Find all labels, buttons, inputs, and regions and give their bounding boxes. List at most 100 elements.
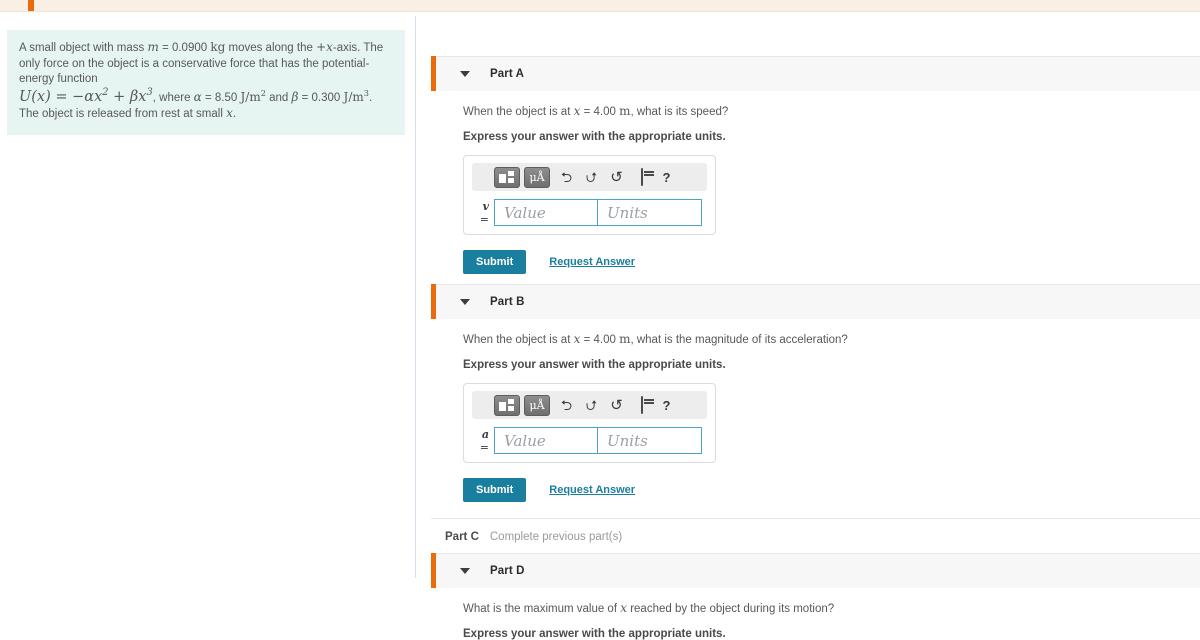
part-d-q-x: x bbox=[620, 601, 628, 615]
problem-line2f: . bbox=[232, 108, 237, 120]
axis-symbol: +x bbox=[316, 40, 333, 54]
template-glyph bbox=[498, 170, 516, 184]
part-a-answer-widget: μÅ ⮌ ⮍ ↺ ? v = Value Units bbox=[463, 155, 716, 235]
problem-box: A small object with mass m = 0.0900 kg m… bbox=[7, 30, 405, 135]
part-a-instruction: Express your answer with the appropriate… bbox=[463, 131, 726, 143]
undo-icon[interactable]: ⮌ bbox=[554, 398, 579, 412]
part-a-body: When the object is at x = 4.00 m, what i… bbox=[416, 91, 1200, 284]
redo-icon[interactable]: ⮍ bbox=[579, 398, 604, 412]
part-b-accent-bar bbox=[431, 284, 436, 319]
part-d-q-a: What is the maximum value of bbox=[463, 603, 621, 615]
part-a-units-input[interactable]: Units bbox=[598, 199, 702, 226]
part-d-question: What is the maximum value of x reached b… bbox=[463, 601, 1200, 617]
problem-line2b: = 8.50 bbox=[201, 91, 241, 104]
part-a-header[interactable]: Part A bbox=[431, 56, 1200, 91]
part-a-equals: = bbox=[479, 212, 489, 226]
undo-icon[interactable]: ⮌ bbox=[554, 170, 579, 184]
template-icon[interactable] bbox=[494, 394, 520, 416]
part-b-units-input[interactable]: Units bbox=[598, 427, 702, 454]
part-a-q-unit: m bbox=[619, 104, 631, 118]
part-b-header[interactable]: Part B bbox=[431, 284, 1200, 319]
part-b-instruction: Express your answer with the appropriate… bbox=[463, 359, 726, 371]
part-c-title: Part C bbox=[445, 530, 479, 543]
template-icon[interactable] bbox=[494, 166, 520, 188]
part-b-answer-widget: μÅ ⮌ ⮍ ↺ ? a = Value Units bbox=[463, 383, 716, 463]
part-b-equals: = bbox=[479, 440, 489, 454]
potential-energy-equation: U(x) = −αx2 + βx3 bbox=[19, 86, 153, 105]
part-a-variable: v bbox=[482, 199, 489, 213]
part-c-status: Complete previous part(s) bbox=[489, 530, 623, 543]
part-b-title: Part B bbox=[490, 296, 525, 308]
units-icon-label: μÅ bbox=[529, 398, 545, 412]
part-b-submit-button[interactable]: Submit bbox=[463, 478, 527, 502]
part-d-body: What is the maximum value of x reached b… bbox=[416, 588, 1200, 640]
part-a-question: When the object is at x = 4.00 m, what i… bbox=[463, 104, 1200, 120]
part-b-question: When the object is at x = 4.00 m, what i… bbox=[463, 332, 1200, 348]
problem-line2c: and bbox=[265, 91, 292, 104]
units-icon[interactable]: μÅ bbox=[524, 166, 550, 188]
problem-line2a: , where bbox=[152, 91, 194, 104]
part-a-toolbar: μÅ ⮌ ⮍ ↺ ? bbox=[472, 163, 707, 191]
part-a-accent-bar bbox=[431, 56, 436, 91]
part-d-instruction: Express your answer with the appropriate… bbox=[463, 628, 726, 640]
part-a-submit-button[interactable]: Submit bbox=[463, 250, 527, 274]
problem-line1c: moves along the bbox=[225, 42, 317, 54]
units-icon-label: μÅ bbox=[529, 170, 545, 184]
reset-icon[interactable]: ↺ bbox=[604, 170, 629, 185]
part-b-submit-row: Submit Request Answer bbox=[463, 478, 1200, 502]
part-b-q-c: , what is the magnitude of its accelerat… bbox=[630, 334, 848, 346]
problem-equation-line: U(x) = −αx2 + βx3, where α = 8.50 J/m2 a… bbox=[19, 86, 393, 123]
part-a-q-b: = 4.00 bbox=[580, 106, 620, 118]
part-a-variable-label: v = bbox=[472, 200, 494, 226]
part-d-header[interactable]: Part D bbox=[431, 553, 1200, 588]
part-c-row: Part C Complete previous part(s) bbox=[431, 518, 1200, 543]
beta-unit: J/m3 bbox=[343, 87, 369, 104]
part-b-request-answer-link[interactable]: Request Answer bbox=[549, 484, 635, 496]
answer-panel: Part A When the object is at x = 4.00 m,… bbox=[416, 12, 1200, 640]
redo-icon[interactable]: ⮍ bbox=[579, 170, 604, 184]
help-icon[interactable]: ? bbox=[654, 399, 679, 412]
part-a-submit-row: Submit Request Answer bbox=[463, 250, 1200, 274]
part-b-bottom-spacer bbox=[463, 502, 1200, 518]
part-b-body: When the object is at x = 4.00 m, what i… bbox=[416, 319, 1200, 518]
active-tab-marker[interactable] bbox=[28, 0, 34, 11]
chevron-down-icon[interactable] bbox=[460, 299, 470, 305]
part-a-q-a: When the object is at bbox=[463, 106, 574, 118]
problem-line1b: = 0.0900 bbox=[158, 42, 211, 54]
part-b-q-unit: m bbox=[619, 332, 631, 346]
chevron-down-icon[interactable] bbox=[460, 71, 470, 77]
part-a-q-c: , what is its speed? bbox=[630, 106, 729, 118]
problem-line1a: A small object with mass bbox=[19, 42, 148, 54]
part-d-title: Part D bbox=[490, 565, 525, 577]
part-d-q-b: reached by the object during its motion? bbox=[627, 603, 835, 615]
part-a-value-input[interactable]: Value bbox=[494, 199, 598, 226]
part-b-toolbar: μÅ ⮌ ⮍ ↺ ? bbox=[472, 391, 707, 419]
reset-icon[interactable]: ↺ bbox=[604, 398, 629, 413]
alpha-unit: J/m2 bbox=[240, 87, 266, 104]
template-glyph bbox=[498, 398, 516, 412]
part-a-request-answer-link[interactable]: Request Answer bbox=[549, 256, 635, 268]
chevron-down-icon[interactable] bbox=[460, 568, 470, 574]
part-b-variable-label: a = bbox=[472, 428, 494, 454]
keyboard-icon[interactable] bbox=[629, 396, 654, 414]
problem-line2d: = 0.300 bbox=[298, 91, 344, 104]
part-b-value-input[interactable]: Value bbox=[494, 427, 598, 454]
part-a-title: Part A bbox=[490, 68, 525, 80]
kg-unit: kg bbox=[210, 40, 226, 54]
part-b-variable: a bbox=[481, 427, 489, 441]
units-icon[interactable]: μÅ bbox=[524, 394, 550, 416]
part-a-bottom-spacer bbox=[463, 274, 1200, 284]
part-b-q-b: = 4.00 bbox=[580, 334, 620, 346]
part-b-input-row: a = Value Units bbox=[472, 427, 707, 454]
problem-text: A small object with mass m = 0.0900 kg m… bbox=[19, 40, 393, 88]
problem-statement-panel: A small object with mass m = 0.0900 kg m… bbox=[0, 12, 415, 578]
part-a-input-row: v = Value Units bbox=[472, 199, 707, 226]
part-d-accent-bar bbox=[431, 553, 436, 588]
top-banner bbox=[0, 0, 1200, 11]
mass-symbol: m bbox=[147, 40, 159, 54]
page-content: A small object with mass m = 0.0900 kg m… bbox=[0, 12, 1200, 640]
top-gap bbox=[416, 12, 1200, 56]
part-b-q-a: When the object is at bbox=[463, 334, 574, 346]
help-icon[interactable]: ? bbox=[654, 171, 679, 184]
keyboard-icon[interactable] bbox=[629, 168, 654, 186]
